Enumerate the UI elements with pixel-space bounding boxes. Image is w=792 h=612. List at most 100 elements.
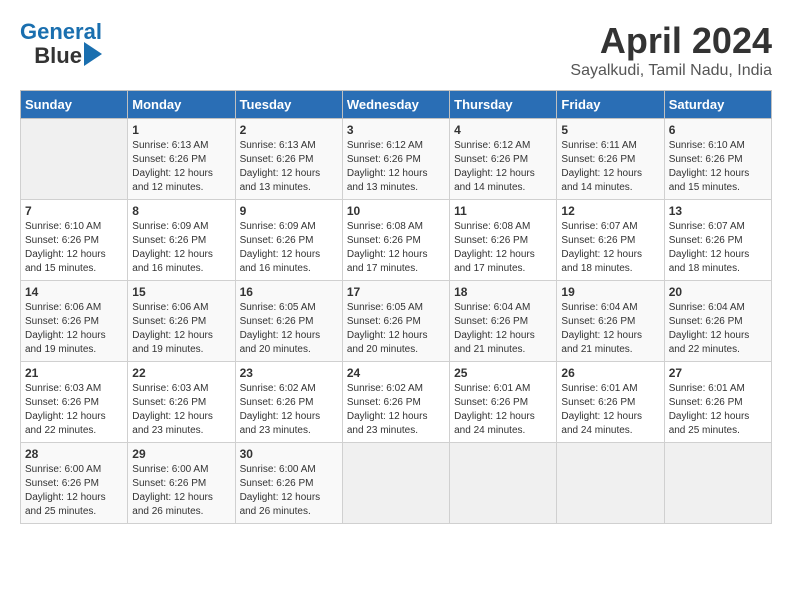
day-number: 11 — [454, 204, 552, 218]
day-info: Sunrise: 6:02 AM Sunset: 6:26 PM Dayligh… — [347, 382, 445, 438]
day-info: Sunrise: 6:04 AM Sunset: 6:26 PM Dayligh… — [669, 301, 767, 357]
day-info: Sunrise: 6:08 AM Sunset: 6:26 PM Dayligh… — [347, 220, 445, 276]
weekday-header: Thursday — [450, 91, 557, 119]
calendar-week-row: 7 Sunrise: 6:10 AM Sunset: 6:26 PM Daylig… — [21, 200, 772, 281]
weekday-header: Sunday — [21, 91, 128, 119]
day-number: 25 — [454, 366, 552, 380]
day-number: 10 — [347, 204, 445, 218]
logo-blue: Blue — [34, 44, 82, 68]
calendar-table: SundayMondayTuesdayWednesdayThursdayFrid… — [20, 90, 772, 524]
day-number: 8 — [132, 204, 230, 218]
day-number: 6 — [669, 123, 767, 137]
day-info: Sunrise: 6:06 AM Sunset: 6:26 PM Dayligh… — [25, 301, 123, 357]
calendar-cell: 2 Sunrise: 6:13 AM Sunset: 6:26 PM Daylig… — [235, 119, 342, 200]
logo: General Blue — [20, 20, 102, 68]
day-info: Sunrise: 6:09 AM Sunset: 6:26 PM Dayligh… — [132, 220, 230, 276]
calendar-cell: 27Sunrise: 6:01 AM Sunset: 6:26 PM Dayli… — [664, 362, 771, 443]
calendar-cell: 19 Sunrise: 6:04 AM Sunset: 6:26 PM Dayli… — [557, 281, 664, 362]
calendar-week-row: 14Sunrise: 6:06 AM Sunset: 6:26 PM Dayli… — [21, 281, 772, 362]
day-info: Sunrise: 6:03 AM Sunset: 6:26 PM Dayligh… — [25, 382, 123, 438]
calendar-header-row: SundayMondayTuesdayWednesdayThursdayFrid… — [21, 91, 772, 119]
day-number: 2 — [240, 123, 338, 137]
day-info: Sunrise: 6:07 AM Sunset: 6:26 PM Dayligh… — [561, 220, 659, 276]
calendar-cell — [342, 443, 449, 524]
calendar-cell: 25 Sunrise: 6:01 AM Sunset: 6:26 PM Dayli… — [450, 362, 557, 443]
day-number: 7 — [25, 204, 123, 218]
day-info: Sunrise: 6:13 AM Sunset: 6:26 PM Dayligh… — [240, 139, 338, 195]
calendar-cell: 7 Sunrise: 6:10 AM Sunset: 6:26 PM Daylig… — [21, 200, 128, 281]
day-number: 15 — [132, 285, 230, 299]
day-info: Sunrise: 6:10 AM Sunset: 6:26 PM Dayligh… — [669, 139, 767, 195]
calendar-cell: 21Sunrise: 6:03 AM Sunset: 6:26 PM Dayli… — [21, 362, 128, 443]
weekday-header: Saturday — [664, 91, 771, 119]
day-info: Sunrise: 6:01 AM Sunset: 6:26 PM Dayligh… — [454, 382, 552, 438]
calendar-cell: 8 Sunrise: 6:09 AM Sunset: 6:26 PM Daylig… — [128, 200, 235, 281]
calendar-cell: 3 Sunrise: 6:12 AM Sunset: 6:26 PM Daylig… — [342, 119, 449, 200]
day-number: 24 — [347, 366, 445, 380]
day-info: Sunrise: 6:03 AM Sunset: 6:26 PM Dayligh… — [132, 382, 230, 438]
calendar-week-row: 1Sunrise: 6:13 AM Sunset: 6:26 PM Daylig… — [21, 119, 772, 200]
day-info: Sunrise: 6:10 AM Sunset: 6:26 PM Dayligh… — [25, 220, 123, 276]
day-info: Sunrise: 6:02 AM Sunset: 6:26 PM Dayligh… — [240, 382, 338, 438]
day-number: 19 — [561, 285, 659, 299]
day-number: 5 — [561, 123, 659, 137]
day-number: 26 — [561, 366, 659, 380]
calendar-cell: 4Sunrise: 6:12 AM Sunset: 6:26 PM Daylig… — [450, 119, 557, 200]
calendar-cell — [664, 443, 771, 524]
day-info: Sunrise: 6:04 AM Sunset: 6:26 PM Dayligh… — [561, 301, 659, 357]
day-info: Sunrise: 6:00 AM Sunset: 6:26 PM Dayligh… — [240, 463, 338, 519]
day-number: 17 — [347, 285, 445, 299]
calendar-cell: 18Sunrise: 6:04 AM Sunset: 6:26 PM Dayli… — [450, 281, 557, 362]
calendar-cell: 1Sunrise: 6:13 AM Sunset: 6:26 PM Daylig… — [128, 119, 235, 200]
calendar-cell: 11 Sunrise: 6:08 AM Sunset: 6:26 PM Dayli… — [450, 200, 557, 281]
calendar-cell: 12 Sunrise: 6:07 AM Sunset: 6:26 PM Dayli… — [557, 200, 664, 281]
subtitle: Sayalkudi, Tamil Nadu, India — [570, 62, 772, 80]
day-number: 29 — [132, 447, 230, 461]
day-number: 27 — [669, 366, 767, 380]
day-info: Sunrise: 6:05 AM Sunset: 6:26 PM Dayligh… — [347, 301, 445, 357]
main-title: April 2024 — [570, 20, 772, 62]
day-info: Sunrise: 6:12 AM Sunset: 6:26 PM Dayligh… — [347, 139, 445, 195]
calendar-cell: 9 Sunrise: 6:09 AM Sunset: 6:26 PM Daylig… — [235, 200, 342, 281]
day-number: 28 — [25, 447, 123, 461]
day-info: Sunrise: 6:12 AM Sunset: 6:26 PM Dayligh… — [454, 139, 552, 195]
day-number: 13 — [669, 204, 767, 218]
day-info: Sunrise: 6:05 AM Sunset: 6:26 PM Dayligh… — [240, 301, 338, 357]
calendar-cell: 30 Sunrise: 6:00 AM Sunset: 6:26 PM Dayli… — [235, 443, 342, 524]
page-header: General Blue April 2024 Sayalkudi, Tamil… — [20, 20, 772, 80]
calendar-cell: 16 Sunrise: 6:05 AM Sunset: 6:26 PM Dayli… — [235, 281, 342, 362]
day-info: Sunrise: 6:00 AM Sunset: 6:26 PM Dayligh… — [132, 463, 230, 519]
day-number: 12 — [561, 204, 659, 218]
day-number: 30 — [240, 447, 338, 461]
calendar-cell: 22 Sunrise: 6:03 AM Sunset: 6:26 PM Dayli… — [128, 362, 235, 443]
day-info: Sunrise: 6:08 AM Sunset: 6:26 PM Dayligh… — [454, 220, 552, 276]
weekday-header: Friday — [557, 91, 664, 119]
day-number: 9 — [240, 204, 338, 218]
calendar-cell: 23 Sunrise: 6:02 AM Sunset: 6:26 PM Dayli… — [235, 362, 342, 443]
day-number: 3 — [347, 123, 445, 137]
day-info: Sunrise: 6:01 AM Sunset: 6:26 PM Dayligh… — [561, 382, 659, 438]
title-block: April 2024 Sayalkudi, Tamil Nadu, India — [570, 20, 772, 80]
calendar-cell: 20Sunrise: 6:04 AM Sunset: 6:26 PM Dayli… — [664, 281, 771, 362]
day-info: Sunrise: 6:00 AM Sunset: 6:26 PM Dayligh… — [25, 463, 123, 519]
calendar-cell: 10 Sunrise: 6:08 AM Sunset: 6:26 PM Dayli… — [342, 200, 449, 281]
weekday-header: Tuesday — [235, 91, 342, 119]
calendar-cell — [557, 443, 664, 524]
logo-arrow-icon — [84, 42, 102, 66]
day-info: Sunrise: 6:09 AM Sunset: 6:26 PM Dayligh… — [240, 220, 338, 276]
logo-general: General — [20, 19, 102, 44]
day-number: 23 — [240, 366, 338, 380]
calendar-week-row: 28 Sunrise: 6:00 AM Sunset: 6:26 PM Dayli… — [21, 443, 772, 524]
day-info: Sunrise: 6:06 AM Sunset: 6:26 PM Dayligh… — [132, 301, 230, 357]
day-number: 22 — [132, 366, 230, 380]
calendar-cell: 6 Sunrise: 6:10 AM Sunset: 6:26 PM Daylig… — [664, 119, 771, 200]
calendar-cell: 26 Sunrise: 6:01 AM Sunset: 6:26 PM Dayli… — [557, 362, 664, 443]
weekday-header: Monday — [128, 91, 235, 119]
day-number: 18 — [454, 285, 552, 299]
day-number: 16 — [240, 285, 338, 299]
calendar-cell: 14Sunrise: 6:06 AM Sunset: 6:26 PM Dayli… — [21, 281, 128, 362]
calendar-cell: 13Sunrise: 6:07 AM Sunset: 6:26 PM Dayli… — [664, 200, 771, 281]
calendar-cell: 15 Sunrise: 6:06 AM Sunset: 6:26 PM Dayli… — [128, 281, 235, 362]
calendar-cell: 29 Sunrise: 6:00 AM Sunset: 6:26 PM Dayli… — [128, 443, 235, 524]
calendar-week-row: 21Sunrise: 6:03 AM Sunset: 6:26 PM Dayli… — [21, 362, 772, 443]
